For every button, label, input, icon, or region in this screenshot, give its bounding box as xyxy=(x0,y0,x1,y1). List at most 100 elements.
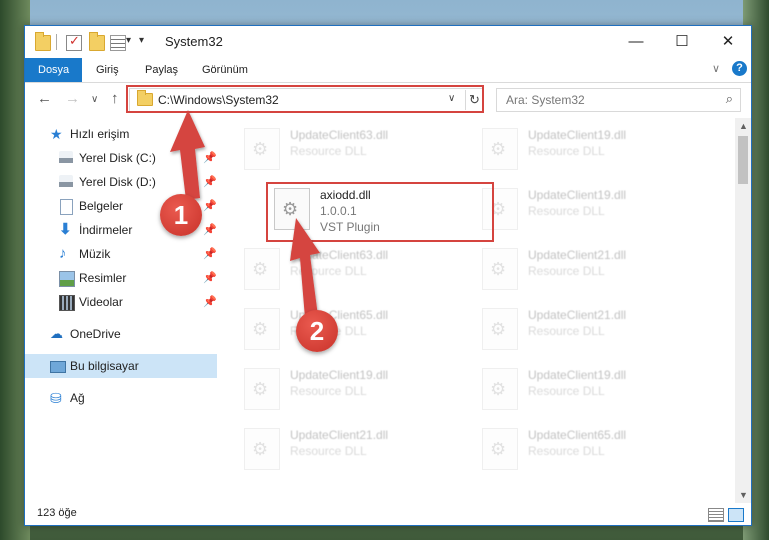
file-explorer-window: ▾ ▾ System32 — ☐ ✕ Dosya Giriş Paylaş Gö… xyxy=(24,25,752,526)
file-type: Resource DLL xyxy=(528,384,605,398)
pictures-icon xyxy=(59,271,75,287)
file-name: UpdateClient19.dll xyxy=(528,368,627,382)
address-path[interactable]: C:\Windows\System32 xyxy=(158,93,279,107)
details-view-icon[interactable] xyxy=(708,508,724,522)
file-tile[interactable]: UpdateClient19.dll Resource DLL xyxy=(476,124,704,178)
sidebar-item-label: OneDrive xyxy=(70,327,121,341)
file-tile[interactable]: UpdateClient21.dll Resource DLL xyxy=(476,304,704,358)
folder-icon xyxy=(35,32,51,51)
file-name: UpdateClient21.dll xyxy=(290,428,389,442)
file-name: UpdateClient21.dll xyxy=(528,308,627,322)
maximize-button[interactable]: ☐ xyxy=(659,26,705,58)
file-tile-axiodd[interactable]: axiodd.dll 1.0.0.1 VST Plugin xyxy=(268,184,496,238)
quick-access-toolbar-chevron-icon[interactable]: ▾ xyxy=(139,35,144,46)
minimize-button[interactable]: — xyxy=(613,26,659,58)
sidebar-item-videos[interactable]: Videolar 📌 xyxy=(25,290,217,314)
sidebar-item-label: Videolar xyxy=(79,295,123,309)
file-type: Resource DLL xyxy=(290,384,367,398)
properties-check-icon[interactable] xyxy=(66,33,82,51)
scroll-up-arrow-icon[interactable]: ▲ xyxy=(739,121,748,131)
file-name: axiodd.dll xyxy=(320,188,371,202)
sidebar-item-label: İndirmeler xyxy=(79,223,133,237)
sidebar-item-local-disk-d[interactable]: Yerel Disk (D:) 📌 xyxy=(25,170,217,194)
file-type: Resource DLL xyxy=(528,144,605,158)
new-folder-icon[interactable] xyxy=(89,32,105,51)
large-icons-view-icon[interactable] xyxy=(728,508,744,522)
tab-giris[interactable]: Giriş xyxy=(83,58,132,82)
recent-locations-chevron-icon[interactable]: ∨ xyxy=(91,94,98,105)
file-tile[interactable]: UpdateClient19.dll Resource DLL xyxy=(476,364,704,418)
file-tile[interactable]: UpdateClient21.dll Resource DLL xyxy=(238,424,466,478)
pin-icon[interactable]: 📌 xyxy=(203,175,217,188)
sidebar-item-label: Ağ xyxy=(70,391,85,405)
pin-icon[interactable]: 📌 xyxy=(203,271,217,284)
sidebar-item-pictures[interactable]: Resimler 📌 xyxy=(25,266,217,290)
sidebar-item-quick-access[interactable]: ★ Hızlı erişim xyxy=(25,122,217,146)
dll-file-icon xyxy=(482,368,518,410)
help-icon[interactable]: ? xyxy=(732,61,747,76)
dll-file-icon xyxy=(244,428,280,470)
expand-ribbon-chevron-icon[interactable]: ∨ xyxy=(712,62,720,75)
vertical-scrollbar[interactable]: ▲ ▼ xyxy=(735,118,751,503)
tab-paylas[interactable]: Paylaş xyxy=(132,58,191,82)
scroll-down-arrow-icon[interactable]: ▼ xyxy=(739,490,748,500)
file-tile[interactable]: UpdateClient63.dll Resource DLL xyxy=(238,124,466,178)
back-button[interactable]: ← xyxy=(37,90,52,107)
sidebar-item-label: Hızlı erişim xyxy=(70,127,130,141)
scrollbar-thumb[interactable] xyxy=(738,136,748,184)
sidebar-item-label: Bu bilgisayar xyxy=(70,359,139,373)
sidebar-item-this-pc[interactable]: Bu bilgisayar xyxy=(25,354,217,378)
file-tile[interactable]: UpdateClient63.dll Resource DLL xyxy=(238,244,466,298)
videos-icon xyxy=(59,295,75,311)
search-box[interactable]: Ara: System32 ⌕ xyxy=(496,88,741,112)
file-name: UpdateClient63.dll xyxy=(290,248,389,262)
file-tile[interactable]: UpdateClient19.dll Resource DLL xyxy=(476,184,704,238)
sidebar-item-label: Resimler xyxy=(79,271,127,285)
file-list: UpdateClient63.dll Resource DLL UpdateCl… xyxy=(218,118,735,503)
tab-dosya[interactable]: Dosya xyxy=(25,58,83,82)
pin-icon[interactable]: 📌 xyxy=(203,247,217,260)
sidebar-item-onedrive[interactable]: ☁ OneDrive xyxy=(25,322,217,346)
title-bar: ▾ ▾ System32 — ☐ ✕ xyxy=(25,26,751,58)
sidebar-item-network[interactable]: ⛁ Ağ xyxy=(25,386,217,410)
up-button[interactable]: ↑ xyxy=(111,90,119,107)
music-icon: ♪ xyxy=(59,245,67,262)
file-tile[interactable]: UpdateClient65.dll Resource DLL xyxy=(238,304,466,358)
file-type: Resource DLL xyxy=(528,204,605,218)
drive-icon xyxy=(59,175,73,189)
sidebar-item-label: Belgeler xyxy=(79,199,124,213)
search-icon[interactable]: ⌕ xyxy=(726,91,733,107)
tab-gorunum[interactable]: Görünüm xyxy=(189,58,261,82)
sidebar-item-local-disk-c[interactable]: Yerel Disk (C:) 📌 xyxy=(25,146,217,170)
sidebar-item-music[interactable]: ♪ Müzik 📌 xyxy=(25,242,217,266)
network-icon: ⛁ xyxy=(50,390,62,406)
search-input[interactable]: Ara: System32 xyxy=(506,93,585,107)
navigation-pane: ★ Hızlı erişim Yerel Disk (C:) 📌 Yerel D… xyxy=(25,118,217,503)
file-tile[interactable]: UpdateClient21.dll Resource DLL xyxy=(476,244,704,298)
view-options-chevron-icon[interactable]: ▾ xyxy=(126,35,131,46)
file-name: UpdateClient63.dll xyxy=(290,128,389,142)
pin-icon[interactable]: 📌 xyxy=(203,223,217,236)
dll-file-icon xyxy=(482,428,518,470)
ribbon-tabs: Dosya Giriş Paylaş Görünüm ∨ ? xyxy=(25,58,751,83)
pin-icon[interactable]: 📌 xyxy=(203,295,217,308)
forward-button[interactable]: → xyxy=(65,90,80,107)
pin-icon[interactable]: 📌 xyxy=(203,199,217,212)
file-name: UpdateClient19.dll xyxy=(528,128,627,142)
dll-file-icon xyxy=(482,308,518,350)
dll-file-icon xyxy=(244,248,280,290)
separator xyxy=(56,34,57,50)
pin-icon[interactable]: 📌 xyxy=(203,151,217,164)
refresh-button[interactable]: ↻ xyxy=(465,90,483,110)
address-dropdown-chevron-icon[interactable]: ∨ xyxy=(448,93,455,104)
file-tile[interactable]: UpdateClient19.dll Resource DLL xyxy=(238,364,466,418)
address-bar[interactable]: C:\Windows\System32 ∨ ↻ xyxy=(129,88,483,112)
file-tile[interactable]: UpdateClient65.dll Resource DLL xyxy=(476,424,704,478)
close-button[interactable]: ✕ xyxy=(705,26,751,58)
step-2-badge: 2 xyxy=(296,310,338,352)
downloads-icon: ⬇ xyxy=(59,221,72,238)
file-name: UpdateClient19.dll xyxy=(290,368,389,382)
drive-icon xyxy=(59,151,73,165)
file-name: UpdateClient65.dll xyxy=(528,428,627,442)
view-options-icon[interactable] xyxy=(110,35,126,51)
